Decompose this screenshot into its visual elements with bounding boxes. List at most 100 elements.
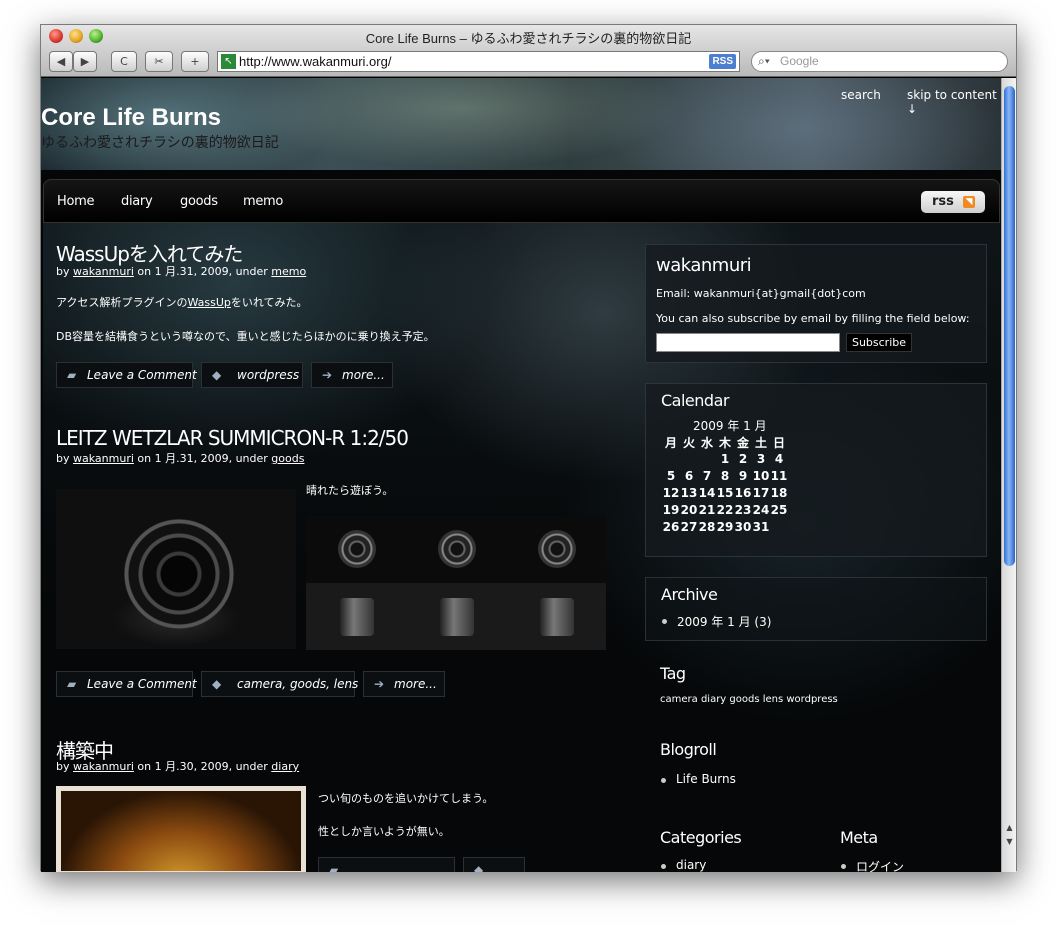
subscribe-email-input[interactable]	[656, 333, 840, 352]
post-paragraph: 晴れたら遊ぼう。	[306, 484, 394, 497]
more-button[interactable]: ➔ more...	[311, 362, 393, 388]
back-button[interactable]: ◀	[49, 51, 73, 72]
leave-comment-button[interactable]: ▰ Leave a Comment	[56, 362, 197, 388]
blogroll-widget-title: Blogroll	[660, 740, 717, 759]
tags-button[interactable]: ◆ camera, goods, lens	[201, 671, 358, 697]
comment-icon: ▰	[329, 863, 339, 872]
lens-photo[interactable]	[56, 489, 296, 649]
calendar-widget: Calendar 2009 年 1 月 月火水木金土日 1234 5 6 7 8 9 10…	[645, 383, 987, 557]
back-arrow-icon: ◀	[56, 55, 66, 68]
author-link[interactable]: wakanmuri	[73, 760, 134, 773]
category-link[interactable]: goods	[271, 452, 304, 465]
forward-button[interactable]: ▶	[73, 51, 97, 72]
category-item[interactable]: diary	[660, 858, 706, 872]
widget-title: wakanmuri	[656, 255, 752, 276]
tag-icon: ◆	[212, 368, 222, 382]
comment-icon: ▰	[67, 677, 77, 691]
reload-icon: C	[120, 55, 128, 68]
author-link[interactable]: wakanmuri	[73, 265, 134, 278]
address-bar[interactable]: ↖ http://www.wakanmuri.org/ RSS	[217, 51, 740, 72]
add-bookmark-button[interactable]: +	[181, 51, 209, 72]
search-placeholder: Google	[780, 54, 819, 68]
subscribe-button[interactable]: Subscribe	[846, 333, 912, 352]
feed-icon: ◥	[963, 196, 975, 208]
gallery-thumbnail[interactable]	[306, 516, 406, 583]
gallery-thumbnail[interactable]	[406, 583, 506, 650]
snip-icon: ✂	[154, 55, 164, 68]
gallery-thumbnail[interactable]	[306, 583, 406, 650]
post-paragraph: アクセス解析プラグインのWassUpをいれてみた。	[56, 296, 308, 309]
scrollbar-thumb[interactable]	[1004, 86, 1015, 566]
snip-button[interactable]: ✂	[145, 51, 173, 72]
tag-cloud[interactable]: camera diary goods lens wordpress	[660, 694, 838, 705]
browser-toolbar: Core Life Burns – ゆるふわ愛されチラシの裏的物欲日記 ◀ ▶ …	[41, 25, 1016, 77]
tag-icon: ◆	[474, 863, 484, 872]
nav-goods[interactable]: goods	[180, 194, 218, 209]
nav-memo[interactable]: memo	[243, 194, 283, 209]
category-link[interactable]: memo	[271, 265, 306, 278]
archive-widget: Archive 2009 年 1 月 (3)	[645, 577, 987, 641]
plus-icon: +	[190, 55, 200, 68]
main-nav: Home diary goods memo rss ◥	[43, 179, 1000, 223]
gallery-thumbnail[interactable]	[506, 583, 606, 650]
meta-item-login[interactable]: ログイン	[840, 858, 904, 872]
meta-widget-title: Meta	[840, 828, 878, 847]
lens-image	[124, 519, 234, 629]
wassup-link[interactable]: WassUp	[187, 296, 230, 309]
post-meta: by wakanmuri on 1 月.30, 2009, under diar…	[56, 760, 300, 773]
search-field[interactable]: ⌕▾ Google	[751, 51, 1008, 72]
post-title[interactable]: LEITZ WETZLAR SUMMICRON-R 1:2/50	[56, 426, 409, 450]
author-link[interactable]: wakanmuri	[73, 452, 134, 465]
gallery-thumbnail[interactable]	[506, 516, 606, 583]
vertical-scrollbar[interactable]: ▲ ▼	[1001, 78, 1016, 872]
skip-to-content-link[interactable]: skip to content ↓	[907, 88, 1002, 116]
search-icon: ⌕▾	[758, 54, 770, 68]
categories-widget-title: Categories	[660, 828, 742, 847]
reload-button[interactable]: C	[111, 51, 137, 72]
forward-arrow-icon: ▶	[80, 55, 90, 68]
calendar-week: 5 6 7 8 9 10 11	[666, 469, 788, 483]
coffee-photo[interactable]	[56, 786, 306, 872]
browser-window: Core Life Burns – ゆるふわ愛されチラシの裏的物欲日記 ◀ ▶ …	[40, 24, 1017, 872]
rss-badge[interactable]: RSS	[709, 54, 736, 69]
header-banner: Core Life Burns ゆるふわ愛されチラシの裏的物欲日記 search…	[41, 78, 1002, 170]
gallery-thumbnail[interactable]	[406, 516, 506, 583]
post-paragraph: 性としか言いようが無い。	[318, 825, 450, 838]
site-title[interactable]: Core Life Burns	[41, 104, 221, 132]
email-text: Email: wakanmuri{at}gmail{dot}com	[656, 287, 866, 300]
category-link[interactable]: diary	[271, 760, 299, 773]
more-button[interactable]: ➔ more...	[363, 671, 445, 697]
leave-comment-button[interactable]: ▰	[318, 857, 455, 872]
rss-label: rss	[932, 194, 954, 209]
tag-icon: ◆	[212, 677, 222, 691]
leave-comment-button[interactable]: ▰ Leave a Comment	[56, 671, 197, 697]
tag-widget-title: Tag	[660, 664, 686, 683]
site-favicon-icon: ↖	[221, 54, 236, 69]
subscribe-text: You can also subscribe by email by filli…	[656, 312, 970, 325]
post-paragraph: つい旬のものを追いかけてしまう。	[318, 792, 494, 805]
scroll-up-arrow-icon[interactable]: ▲	[1004, 822, 1015, 834]
comment-icon: ▰	[67, 368, 77, 382]
search-link[interactable]: search	[841, 88, 881, 102]
address-text: http://www.wakanmuri.org/	[239, 54, 392, 69]
nav-diary[interactable]: diary	[121, 194, 153, 209]
nav-home[interactable]: Home	[57, 194, 95, 209]
profile-widget: wakanmuri Email: wakanmuri{at}gmail{dot}…	[645, 244, 987, 363]
calendar-week: 12 13 14 15 16 17 18	[662, 486, 788, 500]
archive-item[interactable]: 2009 年 1 月 (3)	[661, 613, 771, 630]
blogroll-item[interactable]: Life Burns	[661, 772, 736, 786]
calendar-week: 1234	[720, 452, 784, 466]
page-content: Core Life Burns ゆるふわ愛されチラシの裏的物欲日記 search…	[41, 78, 1002, 872]
rss-button[interactable]: rss ◥	[921, 191, 985, 213]
widget-title: Calendar	[661, 391, 729, 410]
widget-title: Archive	[661, 585, 718, 604]
arrow-right-icon: ➔	[322, 368, 333, 382]
calendar-weekdays: 月火水木金土日	[664, 436, 785, 450]
arrow-right-icon: ➔	[374, 677, 385, 691]
scroll-down-arrow-icon[interactable]: ▼	[1004, 836, 1015, 848]
window-title: Core Life Burns – ゆるふわ愛されチラシの裏的物欲日記	[365, 31, 692, 46]
tags-button[interactable]: ◆ wordpress	[201, 362, 303, 388]
tags-button[interactable]: ◆	[463, 857, 525, 872]
post-meta: by wakanmuri on 1 月.31, 2009, under good…	[56, 452, 305, 465]
post-meta: by wakanmuri on 1 月.31, 2009, under memo	[56, 265, 307, 278]
